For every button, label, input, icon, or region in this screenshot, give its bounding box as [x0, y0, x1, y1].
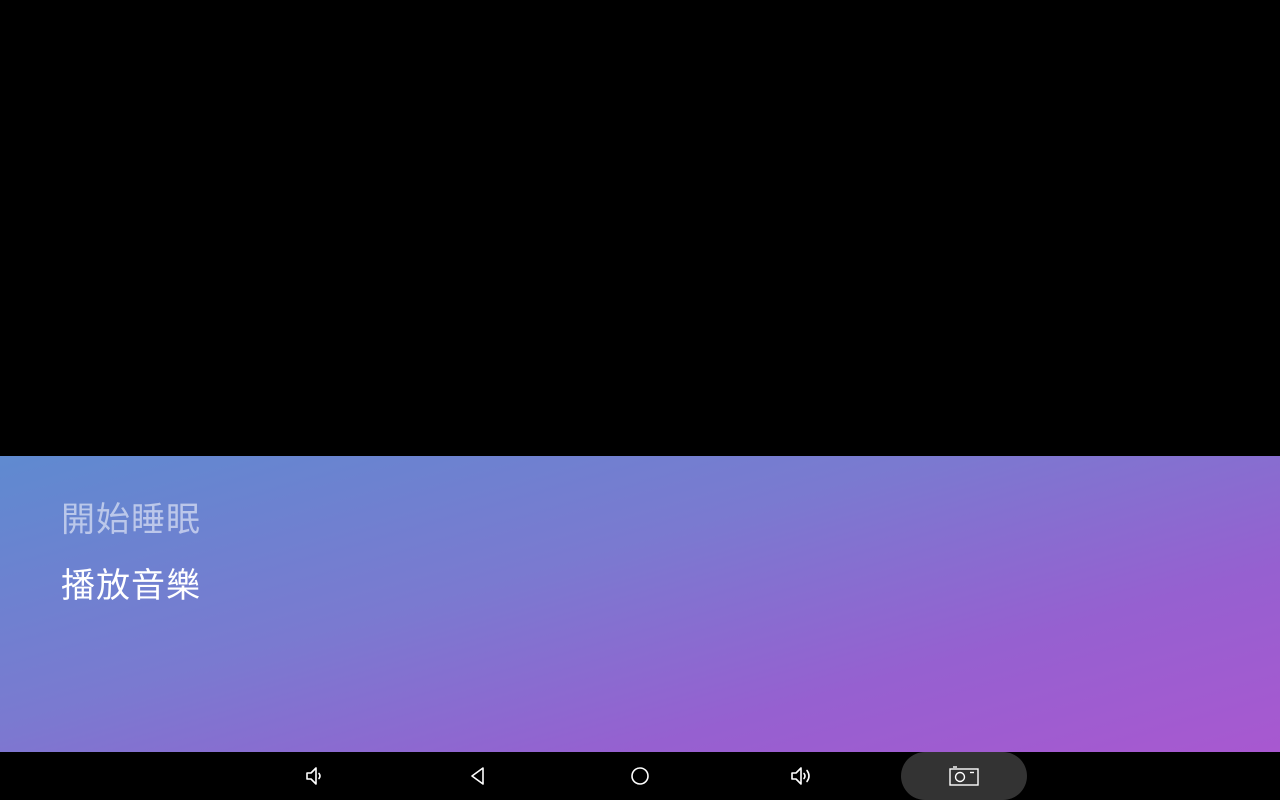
start-sleep-option[interactable]: 開始睡眠 — [61, 500, 201, 540]
volume-up-icon — [791, 767, 810, 785]
empty-display-area — [0, 0, 1280, 456]
volume-up-button[interactable] — [777, 752, 827, 800]
navigation-bar — [0, 752, 1280, 800]
back-icon — [471, 767, 484, 785]
home-button[interactable] — [615, 752, 665, 800]
volume-down-icon — [306, 767, 321, 785]
volume-down-button[interactable] — [290, 752, 340, 800]
screenshot-button[interactable] — [901, 752, 1027, 800]
play-music-option[interactable]: 播放音樂 — [61, 566, 201, 606]
screenshot-icon — [949, 766, 979, 786]
back-button[interactable] — [453, 752, 503, 800]
screen: 開始睡眠 播放音樂 — [0, 0, 1280, 800]
home-icon — [631, 767, 649, 785]
action-sheet: 開始睡眠 播放音樂 — [0, 456, 1280, 752]
